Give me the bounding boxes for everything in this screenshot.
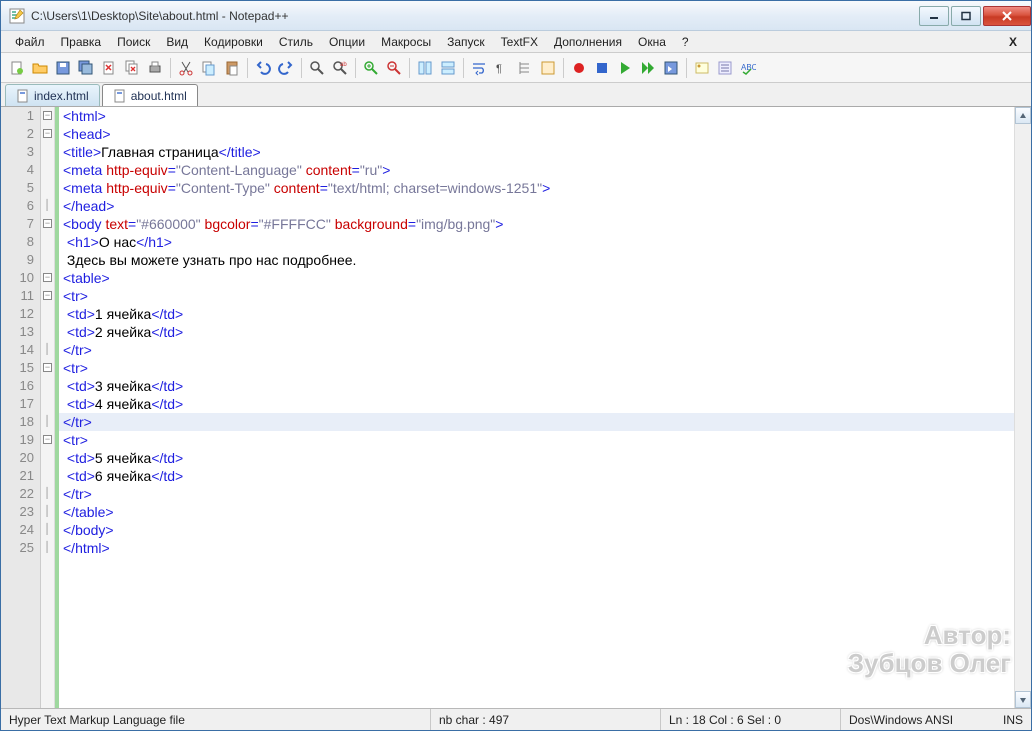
show-all-chars-icon[interactable]: ¶ — [492, 58, 512, 78]
menu-textfx[interactable]: TextFX — [493, 33, 546, 51]
menu-view[interactable]: Вид — [158, 33, 196, 51]
window-title: C:\Users\1\Desktop\Site\about.html - Not… — [31, 9, 917, 23]
close-all-icon[interactable] — [122, 58, 142, 78]
file-icon — [113, 89, 127, 103]
replace-icon[interactable]: ab — [330, 58, 350, 78]
separator-icon — [170, 58, 171, 78]
tab-label: about.html — [131, 89, 187, 103]
status-insmode: INS — [1003, 713, 1023, 727]
zoom-in-icon[interactable] — [361, 58, 381, 78]
tabbar: index.html about.html — [1, 83, 1031, 107]
menu-options[interactable]: Опции — [321, 33, 373, 51]
titlebar[interactable]: C:\Users\1\Desktop\Site\about.html - Not… — [1, 1, 1031, 31]
paste-icon[interactable] — [222, 58, 242, 78]
application-window: C:\Users\1\Desktop\Site\about.html - Not… — [0, 0, 1032, 731]
print-icon[interactable] — [145, 58, 165, 78]
close-button[interactable] — [983, 6, 1031, 26]
svg-text:¶: ¶ — [496, 63, 502, 75]
menu-style[interactable]: Стиль — [271, 33, 321, 51]
cut-icon[interactable] — [176, 58, 196, 78]
menu-search[interactable]: Поиск — [109, 33, 158, 51]
svg-text:ab: ab — [340, 62, 347, 68]
indent-guide-icon[interactable] — [515, 58, 535, 78]
light-explorer-icon[interactable] — [692, 58, 712, 78]
play-multi-icon[interactable] — [638, 58, 658, 78]
close-file-icon[interactable] — [99, 58, 119, 78]
fold-column[interactable]: −− │− −− │− │− ││││ — [41, 107, 55, 708]
sync-h-icon[interactable] — [438, 58, 458, 78]
user-lang-icon[interactable] — [538, 58, 558, 78]
status-position: Ln : 18 Col : 6 Sel : 0 — [661, 709, 841, 730]
undo-icon[interactable] — [253, 58, 273, 78]
menu-macros[interactable]: Макросы — [373, 33, 439, 51]
code-area[interactable]: <html><head><title>Главная страница</tit… — [59, 107, 1031, 708]
maximize-button[interactable] — [951, 6, 981, 26]
vertical-scrollbar[interactable] — [1014, 107, 1031, 708]
scroll-up-icon[interactable] — [1015, 107, 1031, 124]
menu-close-x[interactable]: X — [1001, 35, 1025, 49]
save-macro-icon[interactable] — [661, 58, 681, 78]
menu-file[interactable]: Файл — [7, 33, 53, 51]
play-macro-icon[interactable] — [615, 58, 635, 78]
redo-icon[interactable] — [276, 58, 296, 78]
tab-index[interactable]: index.html — [5, 84, 100, 106]
app-icon — [9, 8, 25, 24]
save-icon[interactable] — [53, 58, 73, 78]
file-icon — [16, 89, 30, 103]
menu-edit[interactable]: Правка — [53, 33, 110, 51]
scroll-track[interactable] — [1015, 124, 1031, 691]
separator-icon — [463, 58, 464, 78]
menubar: Файл Правка Поиск Вид Кодировки Стиль Оп… — [1, 31, 1031, 53]
find-icon[interactable] — [307, 58, 327, 78]
separator-icon — [686, 58, 687, 78]
window-buttons — [917, 6, 1031, 26]
stop-macro-icon[interactable] — [592, 58, 612, 78]
separator-icon — [563, 58, 564, 78]
open-file-icon[interactable] — [30, 58, 50, 78]
wordwrap-icon[interactable] — [469, 58, 489, 78]
menu-plugins[interactable]: Дополнения — [546, 33, 630, 51]
status-encoding: Dos\Windows ANSI INS — [841, 709, 1031, 730]
menu-help[interactable]: ? — [674, 33, 697, 51]
separator-icon — [247, 58, 248, 78]
new-file-icon[interactable] — [7, 58, 27, 78]
record-macro-icon[interactable] — [569, 58, 589, 78]
menu-windows[interactable]: Окна — [630, 33, 674, 51]
line-numbers: 1234567891011121314151617181920212223242… — [1, 107, 41, 708]
menu-encod[interactable]: Кодировки — [196, 33, 271, 51]
status-filetype: Hyper Text Markup Language file — [1, 709, 431, 730]
tab-label: index.html — [34, 89, 89, 103]
menu-run[interactable]: Запуск — [439, 33, 493, 51]
save-all-icon[interactable] — [76, 58, 96, 78]
separator-icon — [301, 58, 302, 78]
separator-icon — [355, 58, 356, 78]
spell-check-icon[interactable]: ABC — [738, 58, 758, 78]
zoom-out-icon[interactable] — [384, 58, 404, 78]
status-nbchar: nb char : 497 — [431, 709, 661, 730]
copy-icon[interactable] — [199, 58, 219, 78]
toolbar: ab ¶ ABC — [1, 53, 1031, 83]
func-list-icon[interactable] — [715, 58, 735, 78]
statusbar: Hyper Text Markup Language file nb char … — [1, 708, 1031, 730]
sync-v-icon[interactable] — [415, 58, 435, 78]
minimize-button[interactable] — [919, 6, 949, 26]
tab-about[interactable]: about.html — [102, 84, 198, 106]
scroll-down-icon[interactable] — [1015, 691, 1031, 708]
separator-icon — [409, 58, 410, 78]
editor[interactable]: 1234567891011121314151617181920212223242… — [1, 107, 1031, 708]
